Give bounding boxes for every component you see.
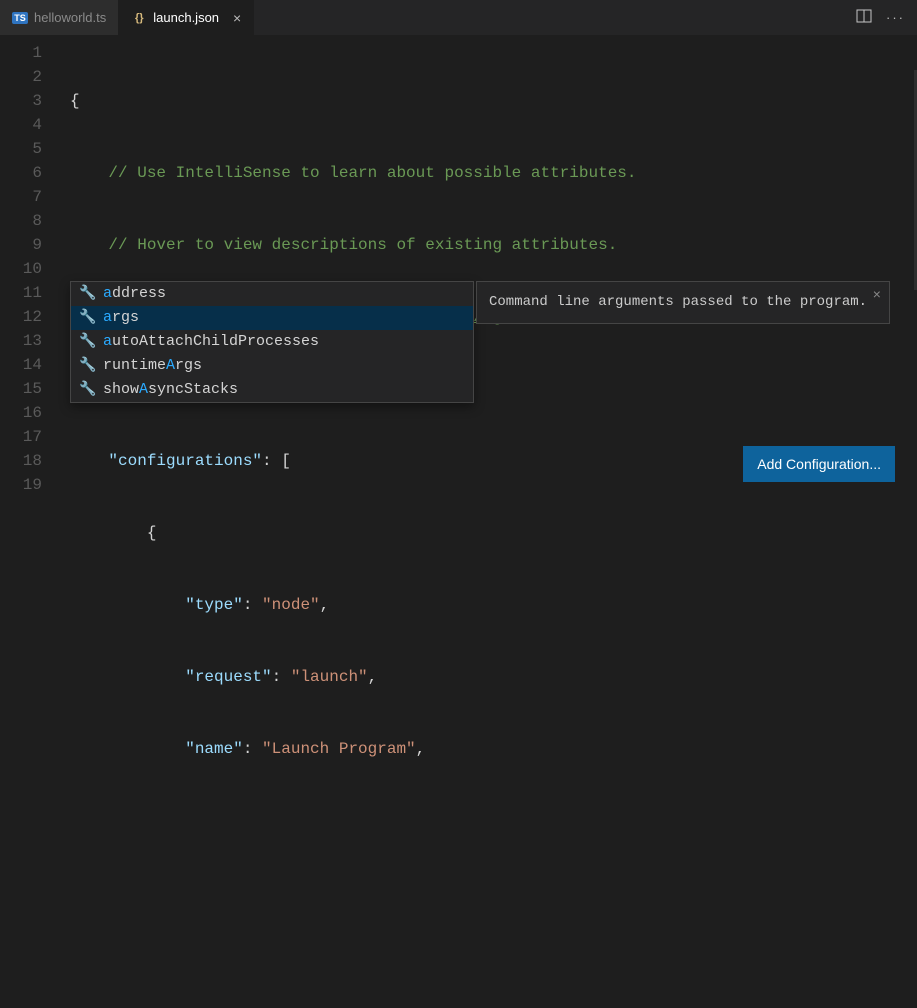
close-tab-icon[interactable]: ×: [233, 11, 241, 25]
suggest-item-runtimeargs[interactable]: 🔧 runtimeArgs: [71, 354, 473, 378]
json-file-icon: {}: [131, 10, 147, 26]
line-number-gutter: 12345678910111213141516171819: [0, 41, 60, 497]
tab-label: helloworld.ts: [34, 10, 106, 25]
tab-helloworld[interactable]: TS helloworld.ts: [0, 0, 119, 35]
editor-title-actions: ···: [844, 0, 917, 35]
code-editor[interactable]: 12345678910111213141516171819 { // Use I…: [0, 35, 917, 504]
suggest-item-autoattach[interactable]: 🔧 autoAttachChildProcesses: [71, 330, 473, 354]
code-content[interactable]: { // Use IntelliSense to learn about pos…: [70, 41, 917, 1008]
wrench-icon: 🔧: [79, 282, 95, 306]
add-configuration-button[interactable]: Add Configuration...: [743, 446, 895, 482]
intellisense-doc-text: Command line arguments passed to the pro…: [489, 294, 867, 310]
typescript-file-icon: TS: [12, 10, 28, 26]
more-actions-icon[interactable]: ···: [886, 10, 905, 25]
wrench-icon: 🔧: [79, 354, 95, 378]
split-editor-icon[interactable]: [856, 8, 872, 27]
intellisense-doc-flyout: × Command line arguments passed to the p…: [476, 281, 890, 324]
suggest-item-showasyncstacks[interactable]: 🔧 showAsyncStacks: [71, 378, 473, 402]
intellisense-suggest-widget[interactable]: 🔧 address 🔧 args 🔧 autoAttachChildProces…: [70, 281, 474, 403]
tab-bar: TS helloworld.ts {} launch.json × ···: [0, 0, 917, 35]
tab-launch-json[interactable]: {} launch.json ×: [119, 0, 254, 35]
wrench-icon: 🔧: [79, 378, 95, 402]
suggest-item-address[interactable]: 🔧 address: [71, 282, 473, 306]
suggest-item-args[interactable]: 🔧 args: [71, 306, 473, 330]
wrench-icon: 🔧: [79, 306, 95, 330]
wrench-icon: 🔧: [79, 330, 95, 354]
close-doc-icon[interactable]: ×: [873, 286, 881, 307]
tab-label: launch.json: [153, 10, 219, 25]
